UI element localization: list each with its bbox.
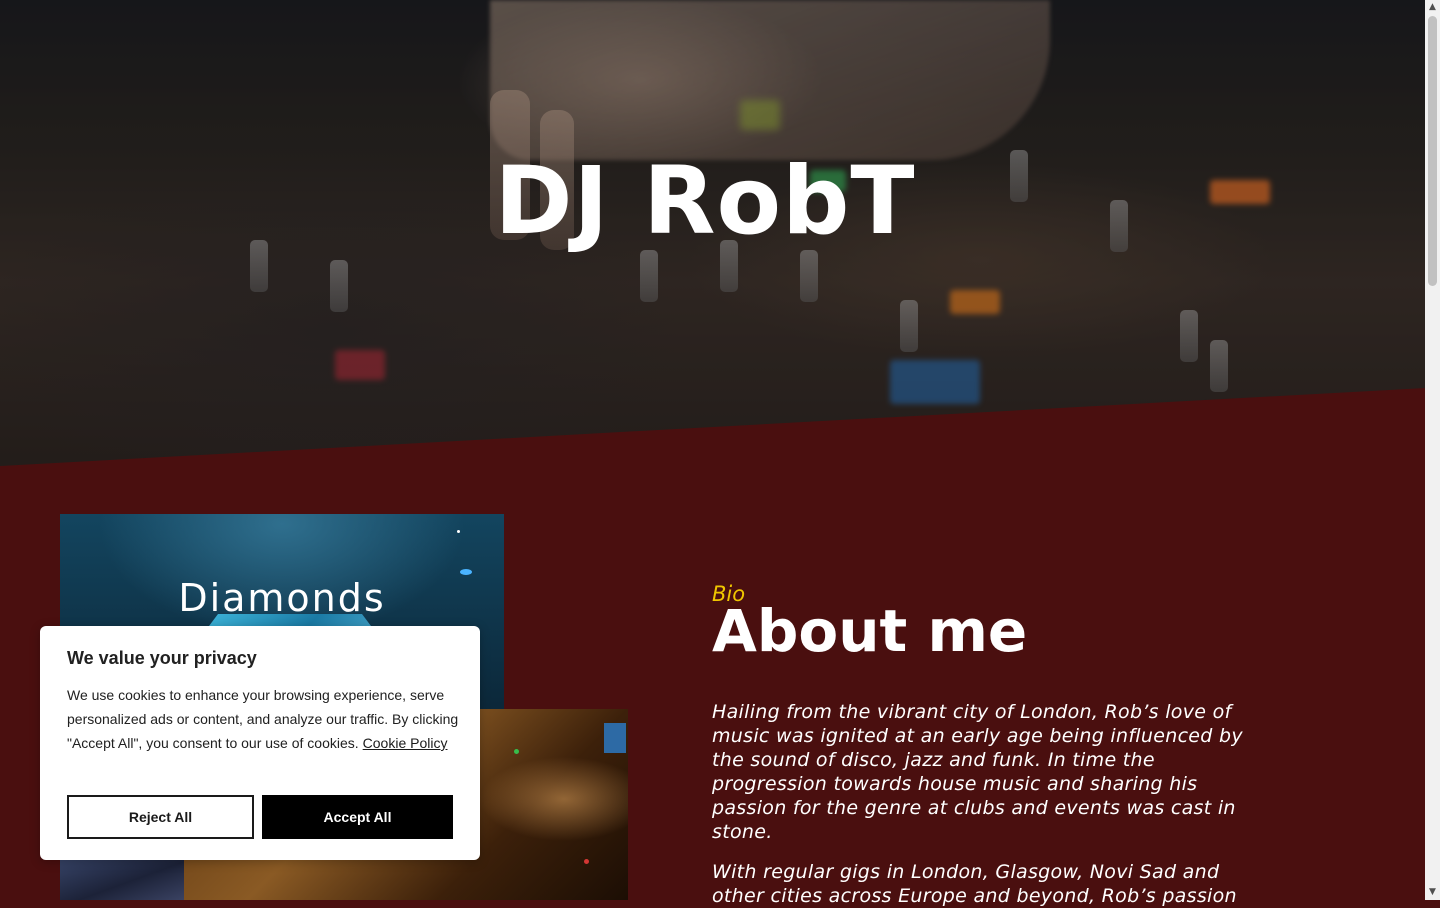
accept-all-button[interactable]: Accept All <box>262 795 453 839</box>
cookie-consent-banner: We value your privacy We use cookies to … <box>40 626 480 860</box>
bio-paragraph: Hailing from the vibrant city of London,… <box>712 701 1243 843</box>
site-title: DJ RobT <box>494 147 916 256</box>
reject-all-button[interactable]: Reject All <box>67 795 254 839</box>
scroll-up-arrow-icon[interactable]: ▲ <box>1425 0 1440 15</box>
scrollbar-thumb[interactable] <box>1428 16 1437 286</box>
scroll-down-arrow-icon[interactable]: ▼ <box>1425 885 1440 900</box>
cookie-banner-title: We value your privacy <box>67 648 257 668</box>
album-title: Diamonds <box>178 576 386 620</box>
hero-banner: DJ RobT <box>0 0 1425 466</box>
cookie-policy-link[interactable]: Cookie Policy <box>363 735 448 751</box>
section-heading: About me <box>712 597 1028 665</box>
cookie-banner-text: We use cookies to enhance your browsing … <box>67 683 459 755</box>
bio-paragraph: With regular gigs in London, Glasgow, No… <box>712 861 1237 907</box>
page-scrollbar[interactable]: ▲ ▼ <box>1425 0 1440 900</box>
